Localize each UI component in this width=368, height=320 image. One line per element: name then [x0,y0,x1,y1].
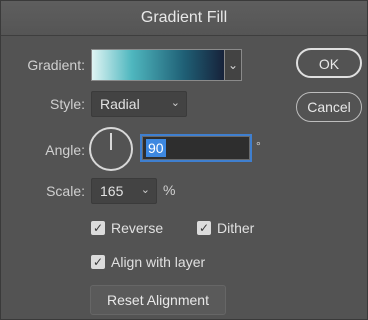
angle-dial[interactable] [89,127,133,171]
scale-label: Scale: [46,183,85,199]
angle-degree-unit: ° [256,139,261,153]
ok-button[interactable]: OK [296,48,362,78]
chevron-down-icon: ⌄ [170,97,180,109]
dither-label[interactable]: Dither [217,220,254,236]
chevron-down-icon: ⌄ [140,184,150,196]
reset-alignment-button[interactable]: Reset Alignment [90,285,226,315]
dialog-title: Gradient Fill [140,9,228,26]
style-select-value: Radial [100,96,140,112]
style-label: Style: [49,96,85,112]
scale-percent-unit: % [163,182,176,198]
dither-checkbox[interactable]: ✓ [197,221,211,235]
scale-select-value: 165 [100,183,124,199]
style-select[interactable]: Radial ⌄ [91,91,187,117]
reverse-checkbox[interactable]: ✓ [91,221,105,235]
angle-input[interactable]: 90 [142,136,250,160]
gradient-preview-swatch[interactable] [91,49,225,81]
align-with-layer-label[interactable]: Align with layer [111,254,205,270]
align-with-layer-checkbox[interactable]: ✓ [91,255,105,269]
angle-dial-needle-icon [110,133,112,150]
reverse-label[interactable]: Reverse [111,220,163,236]
cancel-button[interactable]: Cancel [296,92,362,122]
scale-select[interactable]: 165 ⌄ [91,178,157,204]
angle-label: Angle: [45,142,85,158]
gradient-fill-dialog: Gradient Fill Gradient: ⌄ Style: Radial … [0,0,368,320]
dialog-titlebar: Gradient Fill [1,1,367,36]
gradient-picker-chevron-icon[interactable]: ⌄ [225,49,242,81]
angle-input-value: 90 [146,139,166,157]
gradient-label: Gradient: [27,57,85,73]
